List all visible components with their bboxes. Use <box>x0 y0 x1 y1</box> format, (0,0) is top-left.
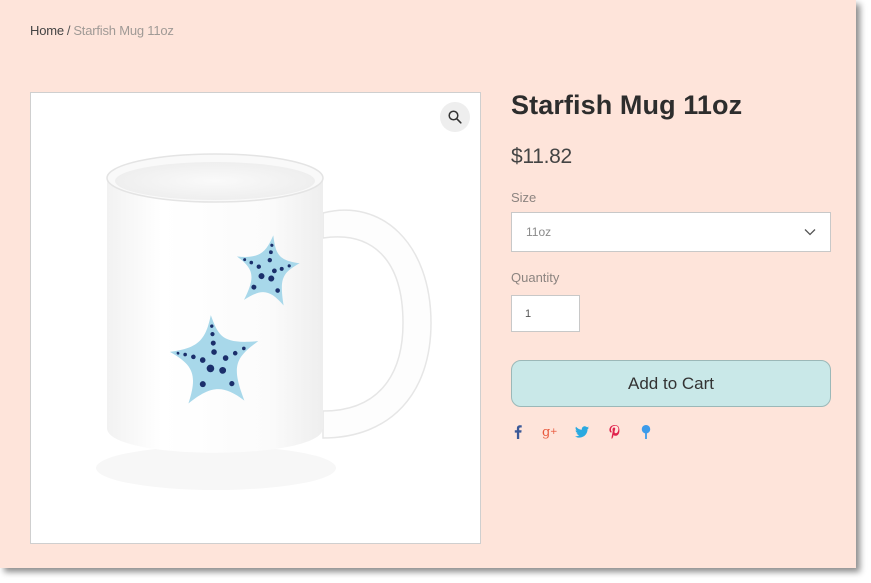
size-select[interactable]: 11oz <box>511 212 831 252</box>
fancy-share-button[interactable] <box>636 423 656 441</box>
size-label: Size <box>511 190 537 205</box>
add-to-cart-button[interactable]: Add to Cart <box>511 360 831 407</box>
quantity-input[interactable] <box>511 295 580 332</box>
mug-handle <box>322 209 432 439</box>
breadcrumb-separator: / <box>66 23 71 38</box>
fancy-icon <box>641 425 651 439</box>
google-plus-share-button[interactable]: g + <box>540 423 560 441</box>
mug-illustration <box>96 153 432 490</box>
size-select-value: 11oz <box>526 225 552 239</box>
zoom-button[interactable] <box>440 102 470 132</box>
product-image[interactable] <box>30 92 481 544</box>
twitter-icon <box>575 426 589 438</box>
pinterest-icon <box>608 425 619 439</box>
breadcrumb-current: Starfish Mug 11oz <box>73 23 174 38</box>
breadcrumb: Home / Starfish Mug 11oz <box>30 23 174 38</box>
google-plus-icon: g + <box>542 425 558 439</box>
product-price: $11.82 <box>511 145 572 168</box>
product-title: Starfish Mug 11oz <box>511 90 743 120</box>
magnifier-icon <box>448 110 462 124</box>
facebook-share-button[interactable] <box>508 423 528 441</box>
product-page: Home / Starfish Mug 11oz Starfish Mug 11… <box>0 0 856 568</box>
chevron-down-icon <box>804 229 816 236</box>
quantity-label: Quantity <box>511 270 560 285</box>
pinterest-share-button[interactable] <box>604 423 624 441</box>
twitter-share-button[interactable] <box>572 423 592 441</box>
mug-inside <box>115 162 315 200</box>
breadcrumb-home-link[interactable]: Home <box>30 23 64 38</box>
facebook-icon <box>514 425 522 439</box>
svg-text:+: + <box>550 427 558 437</box>
mug-body <box>107 178 323 453</box>
share-icons: g + <box>508 423 668 441</box>
